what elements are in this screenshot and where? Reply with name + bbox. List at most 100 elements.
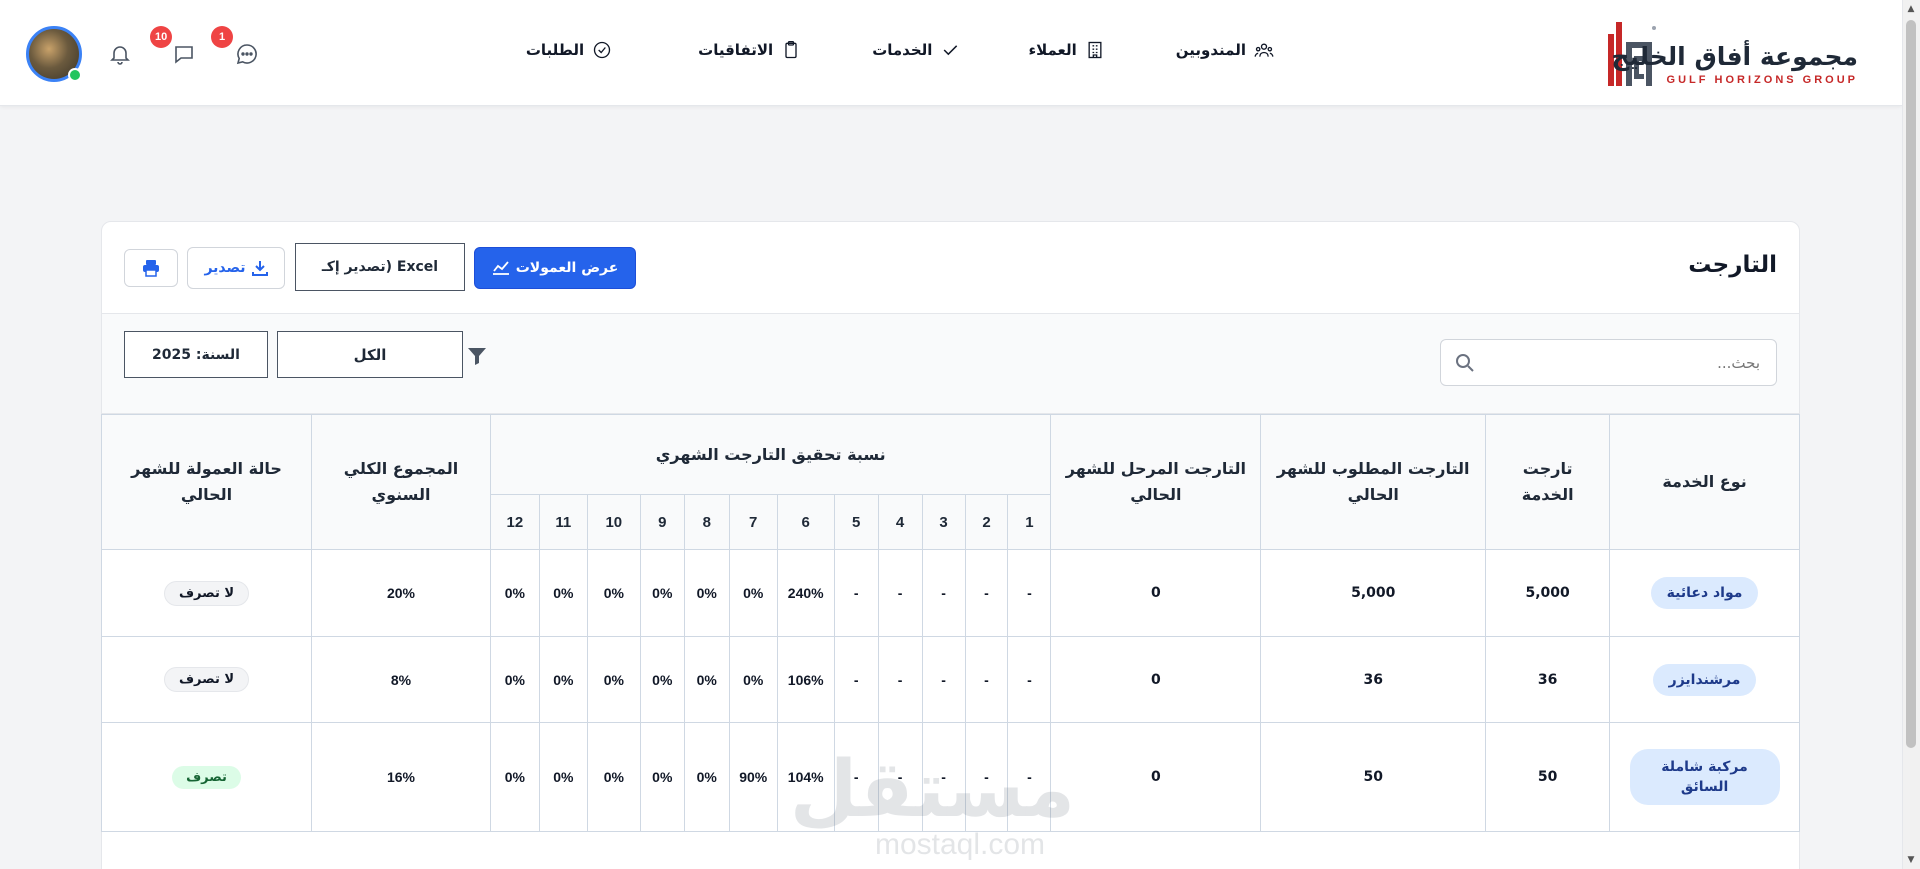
month-cell: 106%	[776, 636, 835, 723]
target-card: التارجت عرض العمولات Excel (تصدير إكـ تص…	[100, 221, 1800, 869]
nav-label: الخدمات	[872, 41, 933, 59]
export-label: تصدير	[204, 260, 246, 276]
month-cell: 0%	[639, 636, 685, 723]
clipboard-icon	[785, 41, 797, 59]
nav-label: المندوبين	[1175, 41, 1246, 59]
scrollbar-thumb[interactable]	[1906, 20, 1916, 748]
month-cell: -	[877, 722, 923, 832]
bell-icon	[110, 46, 130, 65]
nav-item-services[interactable]: الخدمات	[872, 40, 960, 60]
month-cell: 0%	[728, 636, 778, 723]
scroll-down-arrow-icon[interactable]: ▼	[1906, 855, 1916, 865]
chart-line-icon	[492, 261, 509, 275]
target-table: نوع الخدمة تارجت الخدمة التارجت المطلوب …	[100, 414, 1800, 832]
col-required-target: التارجت المطلوب للشهر الحالي	[1260, 414, 1487, 550]
month-cell: -	[833, 722, 879, 832]
service-target-cell: 50	[1485, 722, 1611, 832]
table-row[interactable]: مواد دعائية 5,000 5,000 0 - - - - - 240%…	[100, 549, 1800, 637]
year-filter-select[interactable]: السنة: 2025	[124, 331, 268, 378]
notifications-button[interactable]	[106, 40, 134, 68]
annual-total-cell: 16%	[311, 722, 491, 832]
month-cell: -	[1007, 722, 1052, 832]
nav-item-orders[interactable]: الطلبات	[526, 40, 612, 60]
month-cell: 0%	[683, 636, 730, 723]
col-service-target: تارجت الخدمة	[1485, 414, 1611, 550]
month-header: 8	[683, 494, 730, 550]
required-target-cell: 50	[1260, 722, 1487, 832]
messages-button[interactable]: 1	[211, 26, 261, 68]
service-type-pill: مواد دعائية	[1650, 577, 1759, 609]
service-target-cell: 36	[1485, 636, 1611, 723]
col-annual-total: المجموع الكلي السنوي	[311, 414, 491, 550]
export-format-select[interactable]: Excel (تصدير إكـ	[295, 243, 465, 291]
month-cell: -	[1007, 636, 1052, 723]
month-cell: 240%	[776, 549, 835, 637]
brand-name-ar: مجموعة أفاق الخليج	[1611, 42, 1858, 71]
month-cell: -	[921, 549, 966, 637]
carried-target-cell: 0	[1050, 549, 1262, 637]
top-header: مجموعة أفاق الخليج GULF HORIZONS GROUP ا…	[0, 0, 1902, 106]
chat-button[interactable]: 10	[150, 26, 198, 68]
download-icon	[251, 261, 268, 276]
month-cell: -	[921, 636, 966, 723]
nav-item-clients[interactable]: العملاء	[1028, 40, 1104, 60]
show-commissions-button[interactable]: عرض العمولات	[474, 247, 636, 289]
month-header: 11	[538, 494, 588, 550]
required-target-cell: 36	[1260, 636, 1487, 723]
search-box	[1440, 339, 1777, 386]
month-header: 3	[921, 494, 966, 550]
brand-name-en: GULF HORIZONS GROUP	[1666, 74, 1858, 86]
month-cell: -	[877, 636, 923, 723]
print-button[interactable]	[124, 249, 178, 287]
month-cell: -	[833, 549, 879, 637]
header-actions: 10 1	[26, 26, 266, 82]
col-monthly-achievement: نسبة تحقيق التارجت الشهري	[489, 414, 1052, 495]
month-cell: 104%	[776, 722, 835, 832]
month-cell: -	[964, 636, 1009, 723]
nav-item-representatives[interactable]: المندوبين	[1176, 40, 1274, 60]
chat-square-icon	[175, 46, 193, 64]
page-title: التارجت	[1688, 252, 1777, 278]
annual-total-cell: 8%	[311, 636, 491, 723]
nav-label: العملاء	[1028, 41, 1077, 59]
month-cell: 0%	[586, 549, 641, 637]
printer-icon	[143, 260, 159, 277]
service-type-pill: مرشندايزر	[1652, 663, 1757, 696]
month-cell: 0%	[489, 549, 540, 637]
filters-bar: الكل السنة: 2025	[102, 314, 1799, 414]
month-cell: 0%	[538, 722, 588, 832]
search-input[interactable]	[1486, 340, 1776, 385]
export-button[interactable]: تصدير	[187, 247, 285, 289]
month-cell: -	[833, 636, 879, 723]
brand-logo[interactable]: مجموعة أفاق الخليج GULF HORIZONS GROUP	[1598, 16, 1858, 92]
nav-item-agreements[interactable]: الاتفاقيات	[698, 40, 801, 60]
table-row[interactable]: مركبة شاملة السائق 50 50 0 - - - - - 104…	[100, 722, 1800, 832]
commission-status-badge: لا تصرف	[163, 580, 250, 606]
col-carried-target: التارجت المرحل للشهر الحالي	[1050, 414, 1262, 550]
online-status-dot	[68, 68, 82, 82]
show-commissions-label: عرض العمولات	[515, 260, 619, 276]
month-header: 7	[728, 494, 778, 550]
month-cell: 0%	[538, 636, 588, 723]
scroll-up-arrow-icon[interactable]: ▲	[1906, 4, 1916, 14]
check-icon	[944, 45, 958, 56]
month-header: 10	[586, 494, 641, 550]
main-nav: المندوبين العملاء الخدمات الاتفاقيات الط…	[526, 40, 1274, 60]
filter-icon	[468, 348, 486, 365]
card-header: التارجت عرض العمولات Excel (تصدير إكـ تص…	[102, 222, 1799, 314]
table-row[interactable]: مرشندايزر 36 36 0 - - - - - 106% 0% 0% 0…	[100, 636, 1800, 723]
month-cell: 0%	[683, 549, 730, 637]
page-scrollbar[interactable]: ▲ ▼	[1902, 0, 1920, 869]
nav-label: الاتفاقيات	[698, 41, 774, 59]
month-cell: 0%	[586, 722, 641, 832]
month-cell: 0%	[489, 722, 540, 832]
month-cell: 0%	[489, 636, 540, 723]
commission-status-badge: لا تصرف	[163, 667, 250, 692]
col-commission-status: حالة العمولة للشهر الحالي	[100, 414, 313, 550]
month-header: 4	[877, 494, 923, 550]
carried-target-cell: 0	[1050, 722, 1262, 832]
month-header: 2	[964, 494, 1009, 550]
commission-status-badge: تصرف	[172, 765, 241, 789]
type-filter-select[interactable]: الكل	[277, 331, 463, 378]
service-type-pill: مركبة شاملة السائق	[1629, 749, 1780, 805]
